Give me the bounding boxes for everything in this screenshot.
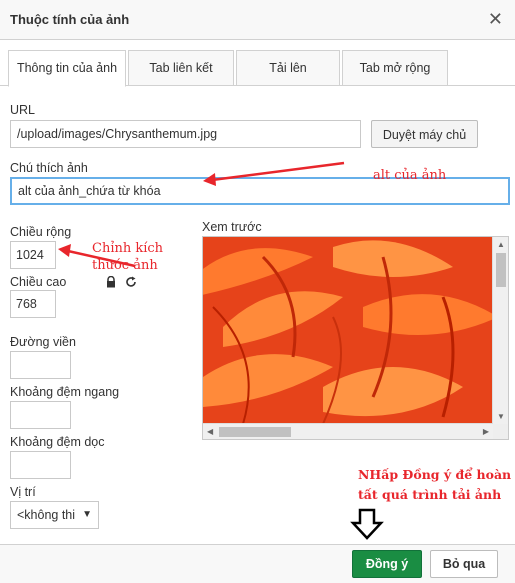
width-label: Chiều rộng [10, 225, 72, 239]
width-input[interactable]: 1024 [10, 241, 56, 269]
preview-label: Xem trước [202, 220, 262, 234]
preview-image [203, 237, 493, 424]
preview-vertical-scrollbar[interactable]: ▲ ▼ [492, 237, 508, 424]
horizontal-scroll-thumb[interactable] [219, 427, 291, 437]
hspace-input[interactable] [10, 401, 71, 429]
border-input[interactable] [10, 351, 71, 379]
scroll-up-icon[interactable]: ▲ [497, 240, 505, 249]
vspace-label: Khoảng đệm dọc [10, 435, 105, 449]
alt-annotation: alt của ảnh [373, 168, 447, 183]
lock-icon[interactable] [105, 275, 117, 288]
vertical-scroll-thumb[interactable] [496, 253, 506, 287]
size-annotation: Chỉnh kích thước ảnh [92, 241, 164, 273]
tab-advanced[interactable]: Tab mở rộng [342, 50, 448, 86]
url-label: URL [10, 103, 36, 117]
dialog-titlebar: Thuộc tính của ảnh ✕ [0, 0, 515, 40]
scroll-down-icon[interactable]: ▼ [497, 412, 505, 421]
align-select[interactable]: <không thi ▼ [10, 501, 99, 529]
scroll-left-icon[interactable]: ◀ [207, 427, 213, 436]
align-select-value: <không thi [17, 508, 76, 522]
url-input[interactable]: /upload/images/Chrysanthemum.jpg [10, 120, 361, 148]
alt-label: Chú thích ảnh [10, 161, 88, 175]
align-label: Vị trí [10, 485, 36, 499]
vspace-input[interactable] [10, 451, 71, 479]
height-label: Chiều cao [10, 275, 67, 289]
ok-button[interactable]: Đồng ý [352, 550, 422, 578]
hspace-label: Khoảng đệm ngang [10, 385, 120, 399]
browse-server-button[interactable]: Duyệt máy chủ [371, 120, 478, 148]
close-icon[interactable]: ✕ [488, 10, 503, 28]
height-input[interactable]: 768 [10, 290, 56, 318]
tab-image-info[interactable]: Thông tin của ảnh [8, 50, 126, 87]
tab-upload[interactable]: Tải lên [236, 50, 340, 86]
dialog-title: Thuộc tính của ảnh [10, 12, 130, 27]
border-label: Đường viền [10, 335, 76, 349]
preview-pane: ▲ ▼ ◀ ▶ [202, 236, 509, 440]
ok-annotation-line1: NHấp Đồng ý để hoàn [358, 467, 512, 482]
chevron-down-icon: ▼ [82, 509, 92, 520]
preview-horizontal-scrollbar[interactable]: ◀ ▶ [203, 423, 493, 439]
size-arrowhead [58, 244, 71, 257]
cancel-button[interactable]: Bỏ qua [430, 550, 498, 578]
down-arrow-icon [350, 508, 384, 540]
ok-annotation-line2: tất quá trình tải ảnh [358, 487, 502, 502]
scroll-right-icon[interactable]: ▶ [483, 427, 489, 436]
tab-link[interactable]: Tab liên kết [128, 50, 234, 86]
reset-size-icon[interactable] [125, 276, 137, 288]
